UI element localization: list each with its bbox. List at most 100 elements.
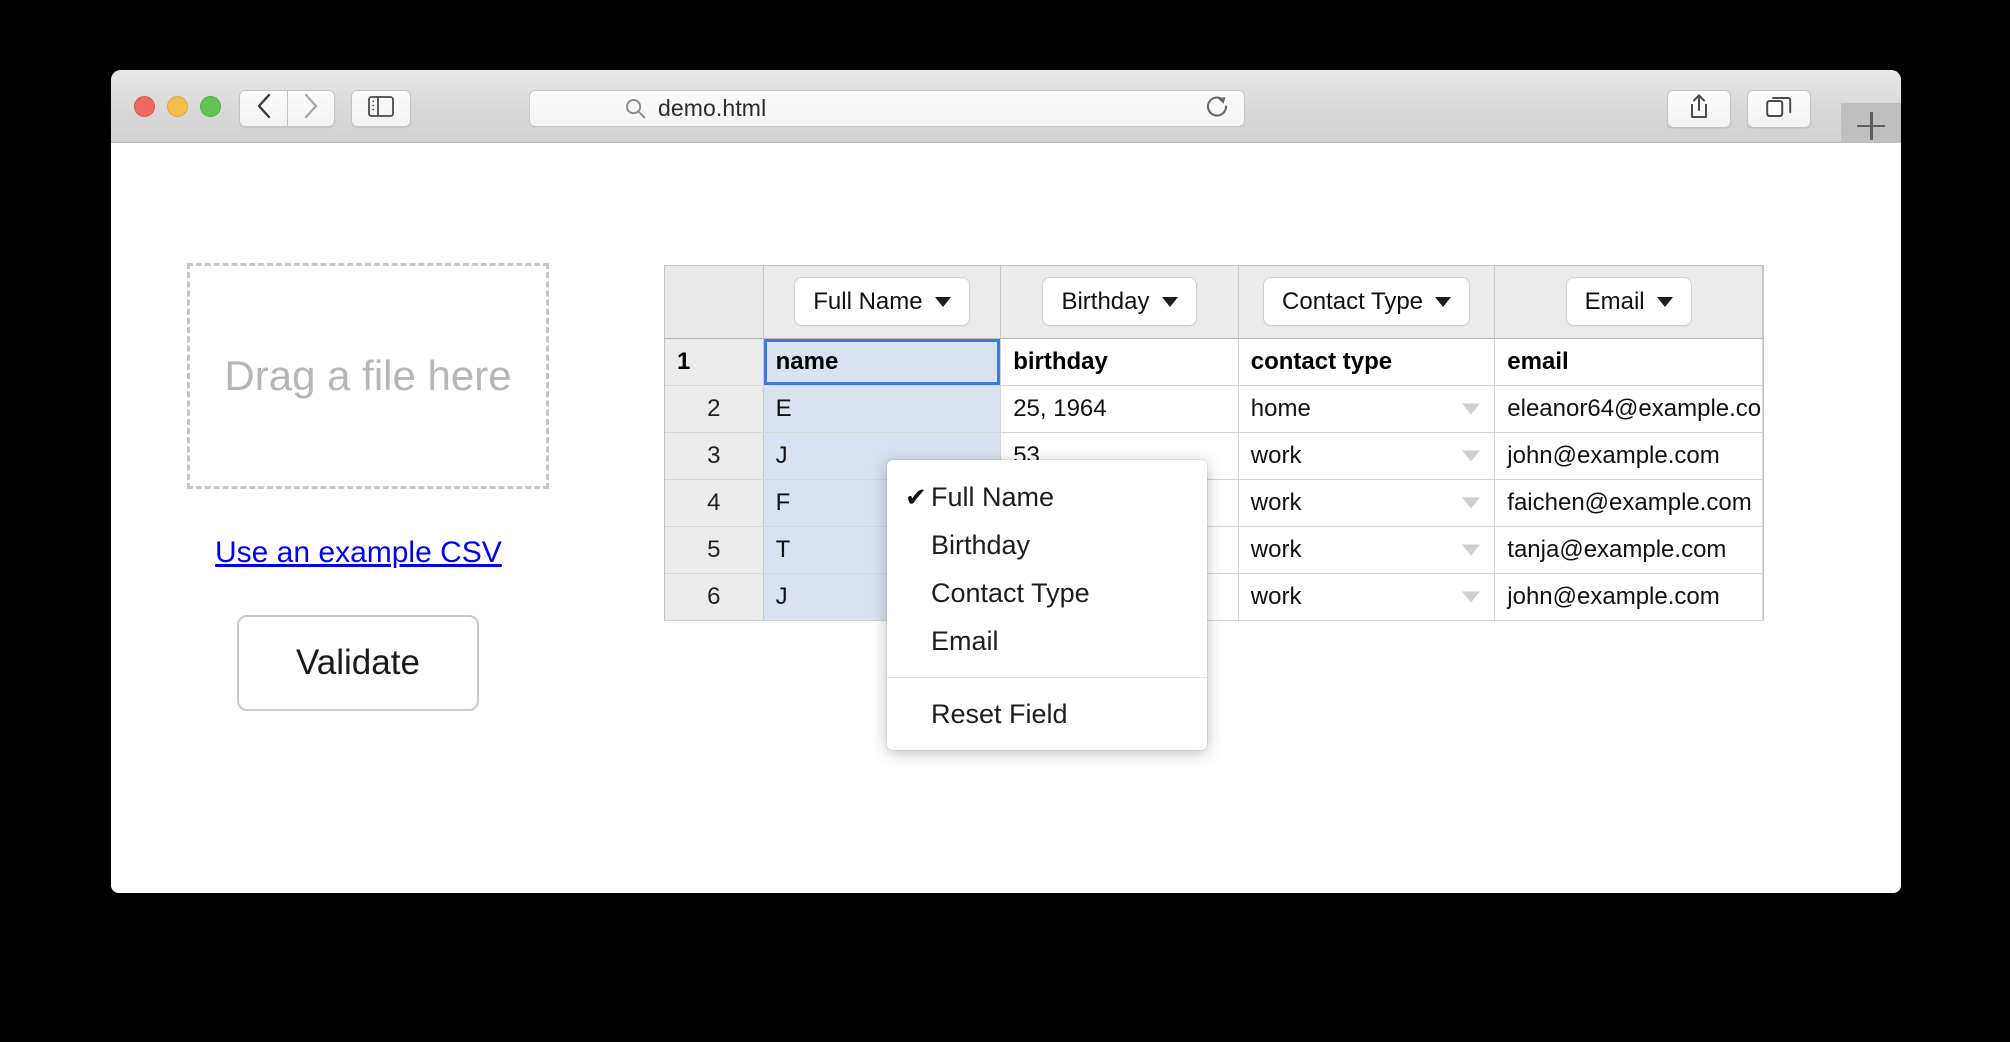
csv-header-birthday[interactable]: birthday xyxy=(1000,338,1239,386)
cell-contact-type[interactable]: work xyxy=(1238,479,1496,527)
field-picker-cell-birthday: Birthday xyxy=(1000,266,1239,339)
menu-item-label: Reset Field xyxy=(931,698,1068,729)
tab-overview-button[interactable] xyxy=(1747,90,1811,128)
menu-item-label: Birthday xyxy=(931,529,1031,560)
minimize-button[interactable] xyxy=(167,96,188,117)
menu-item-label: Full Name xyxy=(931,481,1055,512)
cell-email[interactable]: john@example.com xyxy=(1494,432,1763,480)
field-button-birthday[interactable]: Birthday xyxy=(1042,277,1197,327)
chevron-down-icon[interactable] xyxy=(1462,591,1481,602)
cell-contact-type-value: work xyxy=(1250,441,1302,469)
forward-button[interactable] xyxy=(287,90,335,127)
menu-item-reset-field[interactable]: Reset Field xyxy=(887,690,1207,738)
menu-item-full-name[interactable]: ✔ Full Name xyxy=(887,473,1207,521)
zoom-button[interactable] xyxy=(200,96,221,117)
dropzone-label: Drag a file here xyxy=(224,352,512,400)
reload-button[interactable] xyxy=(1204,93,1230,124)
menu-item-label: Email xyxy=(931,625,999,656)
field-picker-cell-email: Email xyxy=(1494,266,1763,339)
chevron-down-icon[interactable] xyxy=(1462,544,1481,555)
sidebar-toggle-button[interactable] xyxy=(351,90,411,127)
csv-header-contact-type[interactable]: contact type xyxy=(1238,338,1496,386)
cell-contact-type-value: work xyxy=(1250,488,1302,516)
cell-email[interactable]: tanja@example.com xyxy=(1494,526,1763,574)
row-number-cell: 5 xyxy=(665,526,764,574)
cell-contact-type[interactable]: work xyxy=(1238,573,1496,621)
field-picker-cell-name: Full Name xyxy=(763,266,1002,339)
use-example-csv-link[interactable]: Use an example CSV xyxy=(215,536,502,570)
row-number-cell: 6 xyxy=(665,573,764,621)
menu-separator xyxy=(887,677,1207,678)
validate-button[interactable]: Validate xyxy=(237,615,479,711)
csv-header-row: 1 name birthday contact type email xyxy=(665,338,1763,386)
search-icon xyxy=(625,98,646,119)
field-picker-row: Full Name Birthday Contact Type Email xyxy=(665,266,1763,339)
back-button[interactable] xyxy=(239,90,287,127)
cell-contact-type[interactable]: work xyxy=(1238,526,1496,574)
plus-icon xyxy=(1857,111,1885,140)
share-icon xyxy=(1688,93,1710,125)
chevron-down-icon xyxy=(1656,296,1673,307)
navigation-buttons xyxy=(239,90,335,127)
gutter-corner xyxy=(665,266,764,339)
cell-contact-type[interactable]: work xyxy=(1238,432,1496,480)
row-number-cell: 1 xyxy=(665,338,764,386)
cell-email[interactable]: john@example.com xyxy=(1494,573,1763,621)
field-dropdown-menu: ✔ Full Name Birthday Contact Type Email xyxy=(887,460,1207,750)
row-number-cell: 4 xyxy=(665,479,764,527)
table-row: 3 J 53 work john@example.com xyxy=(665,432,1763,480)
field-button-contact-type[interactable]: Contact Type xyxy=(1263,277,1471,327)
cell-email[interactable]: eleanor64@example.com xyxy=(1494,385,1763,433)
page-content: Drag a file here Use an example CSV Vali… xyxy=(111,143,1901,893)
menu-item-email[interactable]: Email xyxy=(887,617,1207,665)
safari-window: demo.html Drag a file here Use an exampl… xyxy=(111,70,1901,893)
chevron-right-icon xyxy=(303,93,319,124)
cell-birthday[interactable]: 25, 1964 xyxy=(1000,385,1239,433)
menu-item-label: Contact Type xyxy=(931,577,1090,608)
table-row: 2 E 25, 1964 home eleanor64@example.com xyxy=(665,385,1763,433)
toolbar-right-group xyxy=(1667,90,1811,128)
chevron-left-icon xyxy=(256,93,272,124)
new-tab-button[interactable] xyxy=(1841,103,1901,148)
table-row: 6 J 53 work john@example.com xyxy=(665,573,1763,621)
csv-mapping-table: Full Name Birthday Contact Type Email 1 … xyxy=(664,265,1764,621)
field-button-label: Email xyxy=(1584,287,1645,315)
address-bar[interactable]: demo.html xyxy=(529,90,1245,127)
cell-contact-type-value: home xyxy=(1250,394,1311,422)
cell-name[interactable]: E xyxy=(763,385,1002,433)
field-button-label: Birthday xyxy=(1061,287,1150,315)
cell-contact-type[interactable]: home xyxy=(1238,385,1496,433)
field-button-full-name[interactable]: Full Name xyxy=(794,277,970,327)
field-button-label: Full Name xyxy=(813,287,923,315)
row-number-cell: 2 xyxy=(665,385,764,433)
window-controls xyxy=(134,96,221,117)
address-bar-text: demo.html xyxy=(658,95,767,121)
chevron-down-icon xyxy=(1435,296,1452,307)
screenshot-root: demo.html Drag a file here Use an exampl… xyxy=(0,0,2010,1042)
cell-contact-type-value: work xyxy=(1250,582,1302,610)
share-button[interactable] xyxy=(1667,90,1731,128)
row-number-cell: 3 xyxy=(665,432,764,480)
menu-item-birthday[interactable]: Birthday xyxy=(887,521,1207,569)
file-dropzone[interactable]: Drag a file here xyxy=(187,263,549,489)
table-row: 4 F 1977 work faichen@example.com xyxy=(665,479,1763,527)
close-button[interactable] xyxy=(134,96,155,117)
csv-header-name[interactable]: name xyxy=(763,338,1002,386)
cell-contact-type-value: work xyxy=(1250,535,1302,563)
checkmark-icon: ✔ xyxy=(905,481,927,512)
field-picker-cell-contact-type: Contact Type xyxy=(1238,266,1496,339)
chevron-down-icon[interactable] xyxy=(1462,403,1481,414)
reload-icon xyxy=(1204,93,1230,124)
csv-header-email[interactable]: email xyxy=(1494,338,1763,386)
table-row: 5 T 4, 1946 work tanja@example.com xyxy=(665,526,1763,574)
menu-item-contact-type[interactable]: Contact Type xyxy=(887,569,1207,617)
field-button-email[interactable]: Email xyxy=(1565,277,1692,327)
chevron-down-icon xyxy=(934,296,951,307)
field-button-label: Contact Type xyxy=(1282,287,1424,315)
chevron-down-icon[interactable] xyxy=(1462,497,1481,508)
browser-toolbar: demo.html xyxy=(111,70,1901,148)
sidebar-toggle-icon xyxy=(368,95,394,122)
cell-email[interactable]: faichen@example.com xyxy=(1494,479,1763,527)
chevron-down-icon[interactable] xyxy=(1462,450,1481,461)
chevron-down-icon xyxy=(1161,296,1178,307)
